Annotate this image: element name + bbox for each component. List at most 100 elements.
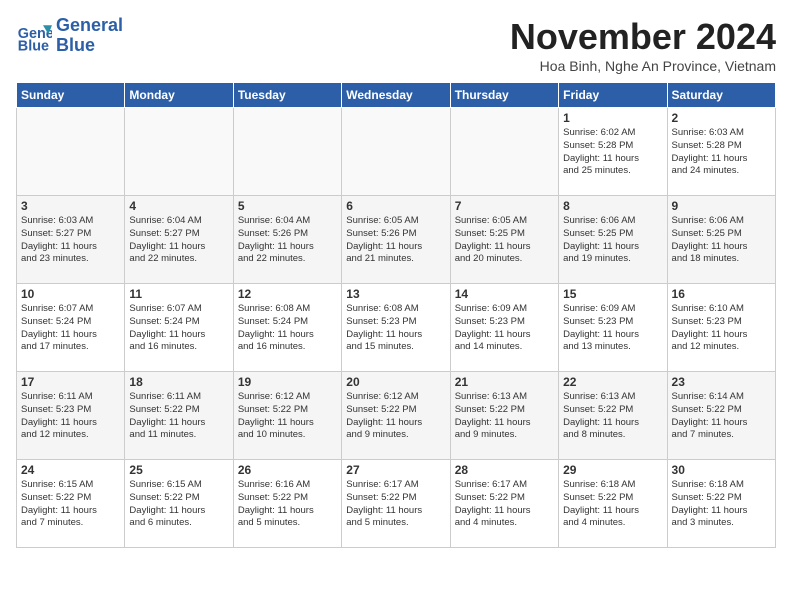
calendar-cell: 20 Sunrise: 6:12 AM Sunset: 5:22 PM Dayli… [342, 372, 450, 460]
day-number: 19 [238, 375, 337, 389]
logo-text: General Blue [56, 16, 123, 56]
day-info: Sunrise: 6:12 AM Sunset: 5:22 PM Dayligh… [238, 391, 337, 442]
day-number: 8 [563, 199, 662, 213]
calendar-cell: 7 Sunrise: 6:05 AM Sunset: 5:25 PM Daylig… [450, 196, 558, 284]
day-info: Sunrise: 6:06 AM Sunset: 5:25 PM Dayligh… [563, 215, 662, 266]
day-info: Sunrise: 6:10 AM Sunset: 5:23 PM Dayligh… [672, 303, 771, 354]
day-info: Sunrise: 6:16 AM Sunset: 5:22 PM Dayligh… [238, 479, 337, 530]
calendar-cell: 18Sunrise: 6:11 AM Sunset: 5:22 PM Dayli… [125, 372, 233, 460]
day-number: 14 [455, 287, 554, 301]
calendar-cell: 3 Sunrise: 6:03 AM Sunset: 5:27 PM Daylig… [17, 196, 125, 284]
weekday-header-tuesday: Tuesday [233, 83, 341, 108]
day-number: 20 [346, 375, 445, 389]
calendar-cell: 14Sunrise: 6:09 AM Sunset: 5:23 PM Dayli… [450, 284, 558, 372]
calendar-cell: 22Sunrise: 6:13 AM Sunset: 5:22 PM Dayli… [559, 372, 667, 460]
location: Hoa Binh, Nghe An Province, Vietnam [510, 58, 776, 74]
day-number: 30 [672, 463, 771, 477]
calendar-week-row: 17 Sunrise: 6:11 AM Sunset: 5:23 PM Dayli… [17, 372, 776, 460]
weekday-header-saturday: Saturday [667, 83, 775, 108]
day-info: Sunrise: 6:15 AM Sunset: 5:22 PM Dayligh… [21, 479, 120, 530]
logo-icon: General Blue [16, 18, 52, 54]
day-number: 7 [455, 199, 554, 213]
calendar-table: SundayMondayTuesdayWednesdayThursdayFrid… [16, 82, 776, 548]
day-number: 9 [672, 199, 771, 213]
calendar-cell: 9 Sunrise: 6:06 AM Sunset: 5:25 PM Daylig… [667, 196, 775, 284]
calendar-cell: 23Sunrise: 6:14 AM Sunset: 5:22 PM Dayli… [667, 372, 775, 460]
day-number: 25 [129, 463, 228, 477]
svg-text:Blue: Blue [18, 38, 49, 54]
calendar-cell: 27Sunrise: 6:17 AM Sunset: 5:22 PM Dayli… [342, 460, 450, 548]
day-info: Sunrise: 6:17 AM Sunset: 5:22 PM Dayligh… [346, 479, 445, 530]
day-info: Sunrise: 6:07 AM Sunset: 5:24 PM Dayligh… [21, 303, 120, 354]
calendar-cell: 28Sunrise: 6:17 AM Sunset: 5:22 PM Dayli… [450, 460, 558, 548]
calendar-cell: 30 Sunrise: 6:18 AM Sunset: 5:22 PM Dayli… [667, 460, 775, 548]
weekday-header-thursday: Thursday [450, 83, 558, 108]
day-info: Sunrise: 6:02 AM Sunset: 5:28 PM Dayligh… [563, 127, 662, 178]
logo: General Blue General Blue [16, 16, 123, 56]
calendar-cell: 16 Sunrise: 6:10 AM Sunset: 5:23 PM Dayli… [667, 284, 775, 372]
day-number: 4 [129, 199, 228, 213]
month-title: November 2024 [510, 16, 776, 58]
day-info: Sunrise: 6:04 AM Sunset: 5:27 PM Dayligh… [129, 215, 228, 266]
calendar-cell: 19 Sunrise: 6:12 AM Sunset: 5:22 PM Dayli… [233, 372, 341, 460]
day-number: 16 [672, 287, 771, 301]
day-info: Sunrise: 6:18 AM Sunset: 5:22 PM Dayligh… [672, 479, 771, 530]
calendar-cell: 10Sunrise: 6:07 AM Sunset: 5:24 PM Dayli… [17, 284, 125, 372]
calendar-week-row: 24Sunrise: 6:15 AM Sunset: 5:22 PM Dayli… [17, 460, 776, 548]
day-info: Sunrise: 6:15 AM Sunset: 5:22 PM Dayligh… [129, 479, 228, 530]
day-info: Sunrise: 6:11 AM Sunset: 5:23 PM Dayligh… [21, 391, 120, 442]
day-info: Sunrise: 6:12 AM Sunset: 5:22 PM Dayligh… [346, 391, 445, 442]
day-number: 21 [455, 375, 554, 389]
calendar-cell: 15 Sunrise: 6:09 AM Sunset: 5:23 PM Dayli… [559, 284, 667, 372]
weekday-header-friday: Friday [559, 83, 667, 108]
calendar-cell: 2 Sunrise: 6:03 AM Sunset: 5:28 PM Daylig… [667, 108, 775, 196]
day-info: Sunrise: 6:06 AM Sunset: 5:25 PM Dayligh… [672, 215, 771, 266]
calendar-cell: 13Sunrise: 6:08 AM Sunset: 5:23 PM Dayli… [342, 284, 450, 372]
calendar-cell: 6 Sunrise: 6:05 AM Sunset: 5:26 PM Daylig… [342, 196, 450, 284]
calendar-week-row: 10Sunrise: 6:07 AM Sunset: 5:24 PM Dayli… [17, 284, 776, 372]
calendar-cell: 5Sunrise: 6:04 AM Sunset: 5:26 PM Daylig… [233, 196, 341, 284]
weekday-header-row: SundayMondayTuesdayWednesdayThursdayFrid… [17, 83, 776, 108]
day-number: 23 [672, 375, 771, 389]
day-number: 11 [129, 287, 228, 301]
calendar-cell: 1 Sunrise: 6:02 AM Sunset: 5:28 PM Daylig… [559, 108, 667, 196]
day-number: 5 [238, 199, 337, 213]
calendar-cell: 25 Sunrise: 6:15 AM Sunset: 5:22 PM Dayli… [125, 460, 233, 548]
day-number: 6 [346, 199, 445, 213]
calendar-cell: 4 Sunrise: 6:04 AM Sunset: 5:27 PM Daylig… [125, 196, 233, 284]
calendar-cell: 26 Sunrise: 6:16 AM Sunset: 5:22 PM Dayli… [233, 460, 341, 548]
day-info: Sunrise: 6:05 AM Sunset: 5:26 PM Dayligh… [346, 215, 445, 266]
calendar-cell [17, 108, 125, 196]
day-info: Sunrise: 6:05 AM Sunset: 5:25 PM Dayligh… [455, 215, 554, 266]
day-number: 3 [21, 199, 120, 213]
calendar-week-row: 1 Sunrise: 6:02 AM Sunset: 5:28 PM Daylig… [17, 108, 776, 196]
day-number: 17 [21, 375, 120, 389]
weekday-header-sunday: Sunday [17, 83, 125, 108]
calendar-cell: 29 Sunrise: 6:18 AM Sunset: 5:22 PM Dayli… [559, 460, 667, 548]
day-info: Sunrise: 6:07 AM Sunset: 5:24 PM Dayligh… [129, 303, 228, 354]
day-info: Sunrise: 6:09 AM Sunset: 5:23 PM Dayligh… [563, 303, 662, 354]
calendar-cell: 24Sunrise: 6:15 AM Sunset: 5:22 PM Dayli… [17, 460, 125, 548]
calendar-cell: 8 Sunrise: 6:06 AM Sunset: 5:25 PM Daylig… [559, 196, 667, 284]
page-header: General Blue General Blue November 2024 … [16, 16, 776, 74]
day-number: 26 [238, 463, 337, 477]
day-number: 2 [672, 111, 771, 125]
day-number: 18 [129, 375, 228, 389]
day-number: 28 [455, 463, 554, 477]
calendar-cell: 21 Sunrise: 6:13 AM Sunset: 5:22 PM Dayli… [450, 372, 558, 460]
calendar-cell: 11 Sunrise: 6:07 AM Sunset: 5:24 PM Dayli… [125, 284, 233, 372]
day-info: Sunrise: 6:03 AM Sunset: 5:27 PM Dayligh… [21, 215, 120, 266]
day-info: Sunrise: 6:18 AM Sunset: 5:22 PM Dayligh… [563, 479, 662, 530]
day-info: Sunrise: 6:13 AM Sunset: 5:22 PM Dayligh… [455, 391, 554, 442]
calendar-cell: 12Sunrise: 6:08 AM Sunset: 5:24 PM Dayli… [233, 284, 341, 372]
day-number: 29 [563, 463, 662, 477]
calendar-week-row: 3 Sunrise: 6:03 AM Sunset: 5:27 PM Daylig… [17, 196, 776, 284]
calendar-cell [342, 108, 450, 196]
day-info: Sunrise: 6:13 AM Sunset: 5:22 PM Dayligh… [563, 391, 662, 442]
day-info: Sunrise: 6:03 AM Sunset: 5:28 PM Dayligh… [672, 127, 771, 178]
day-number: 1 [563, 111, 662, 125]
calendar-cell: 17 Sunrise: 6:11 AM Sunset: 5:23 PM Dayli… [17, 372, 125, 460]
weekday-header-monday: Monday [125, 83, 233, 108]
day-number: 15 [563, 287, 662, 301]
day-info: Sunrise: 6:08 AM Sunset: 5:23 PM Dayligh… [346, 303, 445, 354]
